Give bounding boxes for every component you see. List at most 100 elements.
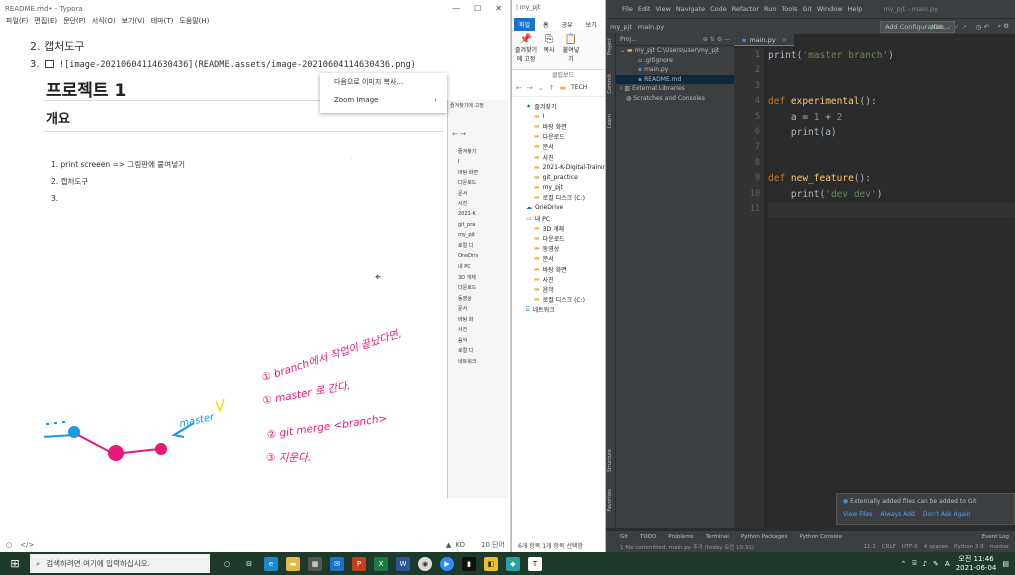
word-icon[interactable]: W <box>396 556 410 571</box>
sidebar-item[interactable]: ▬ 문서 <box>512 254 605 264</box>
embedded-screenshot[interactable]: 프로젝트 1 개요 1. print screeen => 그림판에 붙여넣기 … <box>44 74 446 468</box>
encoding[interactable]: UTF-8 <box>902 544 918 550</box>
powerpoint-icon[interactable]: P <box>352 556 366 571</box>
event-log-button[interactable]: Event Log <box>982 534 1015 540</box>
menu-edit[interactable]: Edit <box>638 5 651 13</box>
sidebar-item[interactable]: ▬ 사진 <box>512 274 605 284</box>
code-line[interactable]: print('dev dev') <box>768 187 1015 202</box>
start-button[interactable]: ⊞ <box>0 552 30 575</box>
menu-edit[interactable]: 편집(E) <box>34 16 57 26</box>
breadcrumb-project[interactable]: my_pjt <box>610 23 632 31</box>
favorites-tool-tab[interactable]: Favorites <box>607 489 613 512</box>
sidebar-item[interactable]: ⌸ 네트워크 <box>512 305 605 315</box>
menu-help[interactable]: Help <box>848 5 863 13</box>
menu-run[interactable]: Run <box>764 5 776 13</box>
menu-view[interactable]: View <box>655 5 670 13</box>
always-add-link[interactable]: Always Add <box>880 511 915 518</box>
interpreter[interactable]: Python 3.9 <box>954 544 984 550</box>
sidebar-toggle-icon[interactable]: ○ <box>6 541 12 549</box>
git-icon[interactable]: ◆ <box>506 556 520 571</box>
word-count[interactable]: 10 단어 <box>481 540 505 550</box>
taskbar-search[interactable]: ⌕ 검색하려면 여기에 입력하십시오. <box>30 554 210 573</box>
sidebar-item[interactable]: ▭ 내 PC <box>512 213 605 223</box>
caret-position[interactable]: 11:1 <box>863 544 875 550</box>
input-language[interactable]: A <box>945 560 950 568</box>
chevron-down-icon[interactable]: ⌄ <box>538 84 544 92</box>
python-console-tool-button[interactable]: Python Console <box>799 534 842 540</box>
code-line[interactable] <box>768 63 1015 78</box>
sidebar-item[interactable]: ▬ 다운로드 <box>512 132 605 142</box>
code-editor[interactable]: ▪ main.py × 1 2 3 4 5 6 7 8 9 10 11 print('master br… <box>734 34 1015 528</box>
tray-expand-icon[interactable]: ⌃ <box>900 560 906 568</box>
sticky-icon[interactable]: ◧ <box>484 556 498 571</box>
tree-item-root[interactable]: ⌄ ▬ my_pjt C:\Users\user\my_pjt <box>616 46 734 56</box>
sidebar-item[interactable]: ▬ I <box>512 111 605 121</box>
breadcrumb-file[interactable]: main.py <box>638 23 664 31</box>
history-icon[interactable]: ◷ ↶ <box>976 23 989 31</box>
sidebar-item[interactable]: ▬ 2021-K-Digital-Training <box>512 162 605 172</box>
code-line[interactable]: def new_feature(): <box>768 171 1015 186</box>
project-tool-tab[interactable]: Project <box>607 38 613 55</box>
menu-navigate[interactable]: Navigate <box>676 5 705 13</box>
tree-item-external-libraries[interactable]: › ▥ External Libraries <box>616 84 734 94</box>
task-switch-icon[interactable]: ⊟ <box>242 557 256 571</box>
structure-tool-tab[interactable]: Structure <box>607 449 613 472</box>
up-icon[interactable]: ↑ <box>549 84 555 92</box>
volume-icon[interactable]: ♪ <box>923 560 927 568</box>
sidebar-item[interactable]: ▬ git_practice <box>512 172 605 182</box>
code-line[interactable]: print('master branch') <box>768 48 1015 63</box>
sidebar-item[interactable]: ▬ 음악 <box>512 284 605 294</box>
menu-tools[interactable]: Tools <box>781 5 797 13</box>
list-item[interactable]: 3. ![image-20210604114630436](README.ass… <box>30 59 416 70</box>
tab-view[interactable]: 보기 <box>581 18 602 31</box>
terminal-tool-button[interactable]: Terminal <box>706 534 729 540</box>
line-separator[interactable]: CRLF <box>882 544 896 550</box>
task-view-icon[interactable]: ○ <box>220 557 234 571</box>
address-bar[interactable]: ← → ⌄ ↑ ▬ TECH <box>512 79 605 97</box>
notification-center-icon[interactable]: ▤ <box>1002 560 1009 568</box>
copy-button[interactable]: ⎘ 복사 <box>542 34 556 65</box>
menu-help[interactable]: 도움말(H) <box>179 16 209 26</box>
chrome-icon[interactable]: ◉ <box>418 556 432 571</box>
sidebar-item[interactable]: ☁ OneDrive <box>512 203 605 213</box>
edge-icon[interactable]: e <box>264 556 278 571</box>
pen-icon[interactable]: ✎ <box>933 560 939 568</box>
sidebar-item[interactable]: ▬ 바탕 화면 <box>512 121 605 131</box>
tree-item-readme[interactable]: ▪ README.md <box>616 74 734 84</box>
sidebar-item[interactable]: ▬ my_pjt <box>512 183 605 193</box>
menu-theme[interactable]: 테마(T) <box>151 16 174 26</box>
back-icon[interactable]: ← <box>516 84 522 92</box>
menu-code[interactable]: Code <box>710 5 727 13</box>
forward-icon[interactable]: → <box>527 84 533 92</box>
view-files-link[interactable]: View Files <box>843 511 872 518</box>
excel-icon[interactable]: X <box>374 556 388 571</box>
menu-refactor[interactable]: Refactor <box>732 5 759 13</box>
close-button[interactable]: ✕ <box>495 4 502 13</box>
tab-file[interactable]: 파일 <box>514 17 536 31</box>
menu-file[interactable]: File <box>622 5 633 13</box>
pin-button[interactable]: 📌 즐겨찾기에 고정 <box>514 34 538 65</box>
menu-window[interactable]: Window <box>817 5 843 13</box>
git-update-icon[interactable]: ↙ ✓ ↗ <box>947 23 967 31</box>
sidebar-item[interactable]: ▬ 동영상 <box>512 244 605 254</box>
menu-git[interactable]: Git <box>802 5 811 13</box>
file-explorer-icon[interactable]: ▬ <box>286 556 300 571</box>
copy-image-menu-item[interactable]: 다음으로 이미지 복사... <box>320 73 447 91</box>
zoom-image-menu-item[interactable]: Zoom Image › <box>320 91 447 109</box>
sidebar-item[interactable]: ▬ 3D 개체 <box>512 223 605 233</box>
paste-button[interactable]: 📋 붙여넣기 <box>560 34 582 65</box>
git-branch[interactable]: master <box>990 544 1009 550</box>
menu-file[interactable]: 파일(F) <box>6 16 28 26</box>
language-indicator[interactable]: KO <box>455 541 465 549</box>
code-line[interactable]: def experimental(): <box>768 94 1015 109</box>
sidebar-item[interactable]: ★ 즐겨찾기 <box>512 101 605 111</box>
sidebar-item[interactable]: ▬ 문서 <box>512 142 605 152</box>
editor-tab-main-py[interactable]: ▪ main.py × <box>734 34 794 46</box>
zoom-icon[interactable]: ▶ <box>440 556 454 571</box>
sidebar-item[interactable]: ▬ 로컬 디스크 (C:) <box>512 193 605 203</box>
network-icon[interactable]: ⌸ <box>912 559 916 568</box>
problems-tool-button[interactable]: Problems <box>668 534 693 540</box>
menu-view[interactable]: 보기(V) <box>122 16 145 26</box>
python-packages-tool-button[interactable]: Python Packages <box>741 534 787 540</box>
sidebar-item[interactable]: ▬ 로컬 디스크 (C:) <box>512 295 605 305</box>
